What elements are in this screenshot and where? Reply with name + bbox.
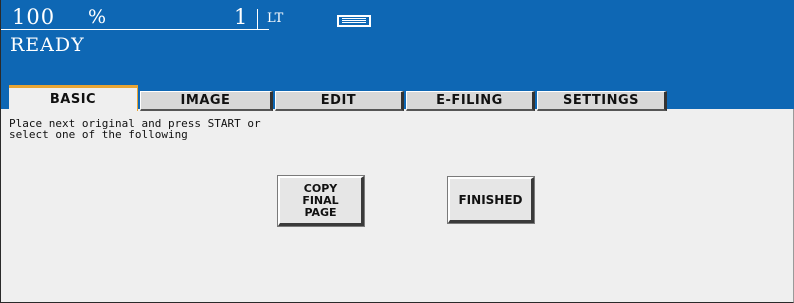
zoom-ratio-value: 100 — [12, 5, 56, 29]
header-divider — [257, 9, 258, 30]
tab-image[interactable]: IMAGE — [140, 91, 273, 111]
paper-size: LT — [267, 11, 284, 26]
copy-final-page-button[interactable]: COPY FINAL PAGE — [277, 175, 365, 227]
paper-tray-icon — [337, 15, 371, 27]
instruction-message: Place next original and press START or s… — [9, 118, 261, 140]
copy-final-page-label-3: PAGE — [304, 205, 337, 219]
copy-final-page-label-2: FINAL — [302, 193, 339, 207]
zoom-ratio-unit: % — [88, 6, 107, 28]
tab-e-filing[interactable]: E-FILING — [406, 91, 535, 111]
header-underline — [1, 29, 269, 30]
tab-basic[interactable]: BASIC — [9, 85, 138, 111]
instruction-line-2: select one of the following — [9, 128, 188, 141]
copier-panel: 100 % 1 LT READY BASIC IMAGE EDIT E-FILI… — [0, 0, 794, 303]
tab-edit[interactable]: EDIT — [275, 91, 404, 111]
machine-status: READY — [10, 34, 85, 56]
tab-settings[interactable]: SETTINGS — [537, 91, 667, 111]
copy-quantity: 1 — [234, 5, 248, 29]
status-header: 100 % 1 LT READY — [1, 0, 794, 85]
finished-button[interactable]: FINISHED — [447, 176, 535, 224]
copy-final-page-label-1: COPY — [303, 181, 338, 195]
